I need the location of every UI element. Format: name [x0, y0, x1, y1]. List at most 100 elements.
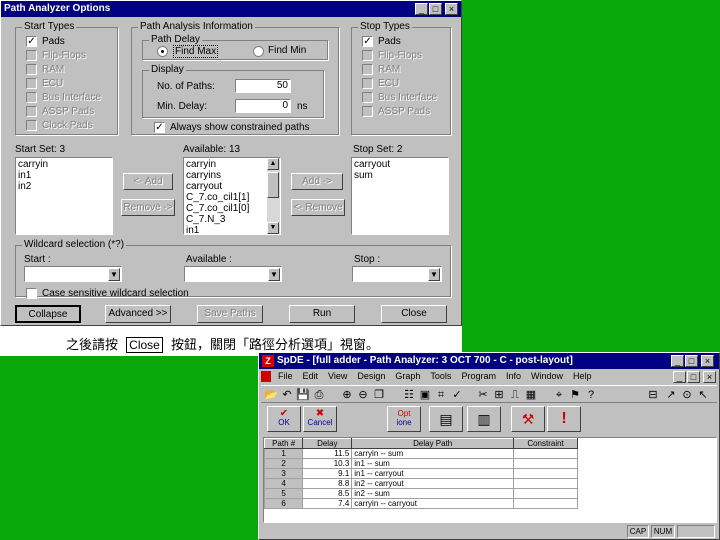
chevron-down-icon[interactable]: ▼ — [268, 268, 280, 281]
num-paths-input[interactable]: 50 — [235, 79, 291, 93]
doc-minimize-button[interactable]: _ — [673, 371, 686, 383]
list-item[interactable]: in1 — [18, 170, 110, 181]
remove-from-start-button[interactable]: Remove -> — [121, 199, 175, 216]
stop-type-checkbox[interactable]: ✓ — [362, 36, 373, 47]
start-type-checkbox[interactable] — [26, 64, 37, 75]
tile-icon[interactable]: ⊟ — [645, 387, 661, 402]
run-button[interactable]: Run — [289, 305, 355, 323]
list-item[interactable]: C_7.co_cil1[0] — [186, 203, 266, 214]
stop-set-list[interactable]: carryout sum — [351, 157, 449, 235]
help-icon[interactable]: ? — [583, 387, 599, 402]
maximize-button[interactable]: □ — [429, 3, 442, 15]
table-row[interactable]: 6 7.4 carryin -- carryout — [264, 498, 578, 509]
list-item[interactable]: sum — [354, 170, 446, 181]
start-type-checkbox[interactable] — [26, 78, 37, 89]
col-delay-header[interactable]: Delay — [302, 438, 353, 449]
col-constraint-header[interactable]: Constraint — [513, 438, 578, 449]
start-type-checkbox[interactable] — [26, 92, 37, 103]
list-item[interactable]: carryout — [354, 159, 446, 170]
grid-icon[interactable]: ▦ — [523, 387, 539, 402]
tools-button[interactable]: ⚒ — [511, 406, 545, 432]
scroll-up-icon[interactable]: ▲ — [267, 158, 279, 170]
print-icon[interactable]: ⎙ — [311, 387, 327, 402]
col-delaypath-header[interactable]: Delay Path — [351, 438, 515, 449]
wildcard-start-combo[interactable]: ▼ — [24, 266, 122, 282]
close-button[interactable]: Close — [381, 305, 447, 323]
available-list[interactable]: carryin carryins carryout C_7.co_cil1[1] C_7… — [183, 157, 281, 236]
collapse-button[interactable]: Collapse — [15, 305, 81, 323]
scroll-thumb[interactable] — [267, 172, 279, 198]
flag-icon[interactable]: ⚑ — [567, 387, 583, 402]
wildcard-available-combo[interactable]: ▼ — [184, 266, 282, 282]
netlist-icon[interactable]: ☷ — [401, 387, 417, 402]
menu-item[interactable]: File — [273, 371, 298, 381]
list-item[interactable]: carryout — [186, 181, 266, 192]
arrow-icon[interactable]: ↗ — [663, 387, 679, 402]
remove-from-stop-button[interactable]: <- Remove — [291, 199, 345, 216]
stop-type-checkbox[interactable] — [362, 78, 373, 89]
table-row[interactable]: 4 8.8 in2 -- carryout — [264, 478, 578, 489]
scroll-down-icon[interactable]: ▼ — [267, 222, 279, 234]
place-icon[interactable]: ⊞ — [491, 387, 507, 402]
graph-icon[interactable]: ⎍ — [507, 387, 523, 402]
stop-type-checkbox[interactable] — [362, 92, 373, 103]
find-min-radio[interactable] — [253, 46, 264, 57]
doc-close-button[interactable]: × — [703, 371, 716, 383]
open-icon[interactable]: 📂 — [263, 387, 279, 402]
list-item[interactable]: carryin — [18, 159, 110, 170]
app-maximize-button[interactable]: □ — [685, 355, 698, 367]
menu-item[interactable]: Graph — [390, 371, 425, 381]
zoom-out-icon[interactable]: ⊖ — [355, 387, 371, 402]
app-minimize-button[interactable]: _ — [671, 355, 684, 367]
save-icon[interactable]: 💾 — [295, 387, 311, 402]
start-set-list[interactable]: carryin in1 in2 — [15, 157, 113, 235]
case-sensitive-checkbox[interactable] — [26, 288, 37, 299]
start-type-checkbox[interactable]: ✓ — [26, 36, 37, 47]
zoom-in-icon[interactable]: ⊕ — [339, 387, 355, 402]
list-item[interactable]: carryins — [186, 170, 266, 181]
target-icon[interactable]: ⊙ — [679, 387, 695, 402]
ok-button[interactable]: ✔ OK — [267, 406, 301, 432]
undo-icon[interactable]: ↶ — [279, 387, 295, 402]
menu-item[interactable]: Window — [526, 371, 568, 381]
table-row[interactable]: 1 11.5 carryin -- sum — [264, 448, 578, 459]
list-item[interactable]: in2 — [18, 181, 110, 192]
stop-type-checkbox[interactable] — [362, 50, 373, 61]
add-to-stop-button[interactable]: Add -> — [291, 173, 343, 190]
menu-item[interactable]: Edit — [298, 371, 324, 381]
pin-icon[interactable]: ⌖ — [551, 387, 567, 402]
path-table-button[interactable]: ▥ — [467, 406, 501, 432]
menu-item[interactable]: Info — [501, 371, 526, 381]
menu-item[interactable]: Design — [352, 371, 390, 381]
list-item[interactable]: C_7.co_cil1[1] — [186, 192, 266, 203]
list-item[interactable]: carryin — [186, 159, 266, 170]
report-button[interactable]: ▤ — [429, 406, 463, 432]
menu-item[interactable]: Tools — [425, 371, 456, 381]
always-show-checkbox[interactable]: ✓ — [154, 122, 165, 133]
menu-item[interactable]: View — [323, 371, 352, 381]
minimize-button[interactable]: _ — [415, 3, 428, 15]
pointer-icon[interactable]: ↖ — [695, 387, 711, 402]
list-item[interactable]: C_7.N_3 — [186, 214, 266, 225]
cut-icon[interactable]: ✂ — [475, 387, 491, 402]
menu-item[interactable]: Help — [568, 371, 597, 381]
min-delay-input[interactable]: 0 — [235, 99, 291, 113]
start-type-checkbox[interactable] — [26, 50, 37, 61]
list-item[interactable]: in1 — [186, 225, 266, 236]
advanced-button[interactable]: Advanced >> — [105, 305, 171, 323]
start-type-checkbox[interactable] — [26, 120, 37, 131]
app-close-button[interactable]: × — [701, 355, 714, 367]
stop-type-checkbox[interactable] — [362, 64, 373, 75]
route-icon[interactable]: ⌗ — [433, 387, 449, 402]
cancel-button[interactable]: ✖ Cancel — [303, 406, 337, 432]
save-paths-button[interactable]: Save Paths — [197, 305, 263, 323]
table-row[interactable]: 3 9.1 in1 -- carryout — [264, 468, 578, 479]
close-window-button[interactable]: × — [445, 3, 458, 15]
doc-restore-button[interactable]: □ — [687, 371, 700, 383]
menu-item[interactable]: Program — [456, 371, 501, 381]
wildcard-stop-combo[interactable]: ▼ — [352, 266, 442, 282]
chevron-down-icon[interactable]: ▼ — [108, 268, 120, 281]
copy-icon[interactable]: ❐ — [371, 387, 387, 402]
stop-type-checkbox[interactable] — [362, 106, 373, 117]
options-button[interactable]: Opt ione — [387, 406, 421, 432]
